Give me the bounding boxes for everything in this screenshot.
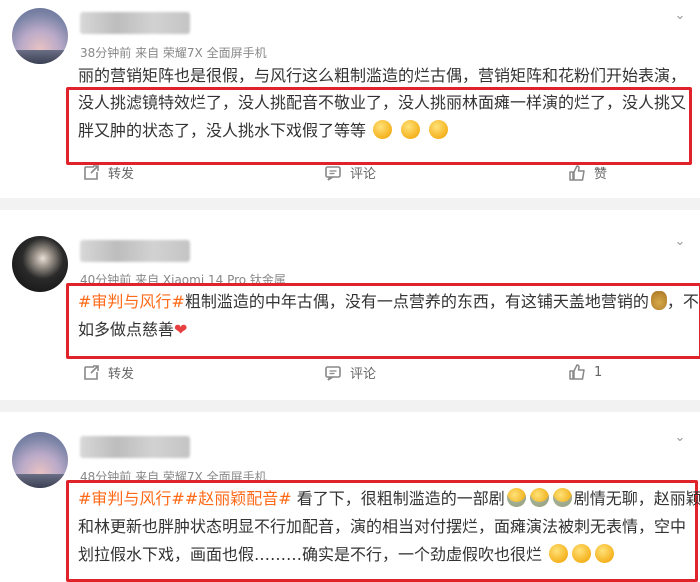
- comment-button[interactable]: 评论: [324, 163, 376, 182]
- repost-button[interactable]: 转发: [82, 163, 134, 182]
- post-text-line: #审判与风行#粗制滥造的中年古偶，没有一点营养的东西，有这铺天盖地营销的 ，不: [78, 288, 699, 316]
- comment-post-2: ⌄ 40分钟前 来自 Xiaomi 14 Pro 钛金属 #审判与风行#粗制滥造…: [0, 210, 700, 400]
- post-text: 胖又肿的状态了，没人挑水下戏假了等等: [78, 121, 367, 140]
- moneybag-icon: [650, 291, 667, 310]
- avatar[interactable]: [12, 8, 68, 64]
- emoji-icon: [429, 120, 449, 139]
- post-text: 如多做点慈善: [78, 320, 175, 339]
- post-text-line: 没人挑滤镜特效烂了，没人挑配音不敬业了，没人挑丽林面瘫一样演的烂了，没人挑又: [78, 93, 687, 112]
- comment-icon: [325, 165, 341, 181]
- emoji-icon: [506, 488, 526, 507]
- avatar[interactable]: [12, 236, 68, 292]
- like-icon: [569, 164, 585, 181]
- emoji-icon: [595, 544, 615, 563]
- comment-icon: [325, 365, 341, 381]
- post-text: ，不: [666, 292, 699, 311]
- emoji-icon: [572, 544, 592, 563]
- chevron-down-icon[interactable]: ⌄: [672, 430, 688, 446]
- repost-label: 转发: [108, 167, 135, 182]
- hashtag-link[interactable]: #审判与风行#: [78, 489, 185, 508]
- post-text: 划拉假水下戏，画面也假………确实是不行，一个劲虚假吹也很烂: [78, 545, 543, 564]
- comment-label: 评论: [350, 167, 377, 182]
- separator: [0, 400, 700, 412]
- post-text-line: #审判与风行##赵丽颖配音# 看了下，很粗制滥造的一部剧 剧情无聊，赵丽颖: [78, 485, 700, 513]
- comment-button[interactable]: 评论: [324, 363, 376, 382]
- like-count: 1: [594, 364, 603, 380]
- hashtag-link[interactable]: #审判与风行#: [78, 292, 185, 311]
- post-text-line: 和林更新也胖肿状态明显不行加配音，演的相当对付摆烂，面瘫演法被刺无表情，空中: [78, 517, 687, 536]
- like-label: 赞: [594, 167, 608, 182]
- post-text-line: 划拉假水下戏，画面也假………确实是不行，一个劲虚假吹也很烂: [78, 541, 616, 569]
- comment-label: 评论: [350, 367, 377, 382]
- comment-post-3: ⌄ 48分钟前 来自 荣耀7X 全面屏手机 #审判与风行##赵丽颖配音# 看了下…: [0, 412, 700, 582]
- comment-post-1: ⌄ 38分钟前 来自 荣耀7X 全面屏手机 丽的营销矩阵也是很假，与风行这么粗制…: [0, 0, 700, 198]
- hashtag-link[interactable]: #赵丽颖配音#: [185, 489, 292, 508]
- post-text-line: 胖又肿的状态了，没人挑水下戏假了等等: [78, 117, 450, 145]
- emoji-icon: [401, 120, 421, 139]
- heart-icon: ❤: [174, 320, 188, 339]
- repost-button[interactable]: 转发: [82, 363, 134, 382]
- emoji-icon: [373, 120, 393, 139]
- avatar[interactable]: [12, 432, 68, 488]
- emoji-icon: [549, 544, 569, 563]
- username-blurred[interactable]: [80, 12, 190, 34]
- repost-label: 转发: [108, 367, 135, 382]
- action-bar: 转发 评论 1: [0, 363, 700, 389]
- post-text-line: 丽的营销矩阵也是很假，与风行这么粗制滥造的烂古偶，营销矩阵和花粉们开始表演，: [78, 66, 687, 85]
- username-blurred[interactable]: [80, 436, 190, 458]
- like-button[interactable]: 赞: [568, 163, 607, 182]
- username-blurred[interactable]: [80, 240, 190, 262]
- post-text: 粗制滥造的中年古偶，没有一点营养的东西，有这铺天盖地营销的: [184, 292, 649, 311]
- like-button[interactable]: 1: [568, 363, 602, 381]
- repost-icon: [84, 364, 99, 380]
- chevron-down-icon[interactable]: ⌄: [672, 8, 688, 24]
- like-icon: [569, 364, 585, 380]
- emoji-icon: [552, 488, 572, 507]
- action-bar: 转发 评论 赞: [0, 163, 700, 189]
- post-text: 剧情无聊，赵丽颖: [573, 489, 700, 508]
- post-text: 看了下，很粗制滥造的一部剧: [291, 489, 505, 508]
- post-text-line: 如多做点慈善❤: [78, 316, 187, 344]
- emoji-icon: [529, 488, 549, 507]
- chevron-down-icon[interactable]: ⌄: [672, 234, 688, 250]
- repost-icon: [84, 164, 99, 180]
- post-meta: 38分钟前 来自 荣耀7X 全面屏手机: [80, 46, 267, 60]
- separator: [0, 198, 700, 210]
